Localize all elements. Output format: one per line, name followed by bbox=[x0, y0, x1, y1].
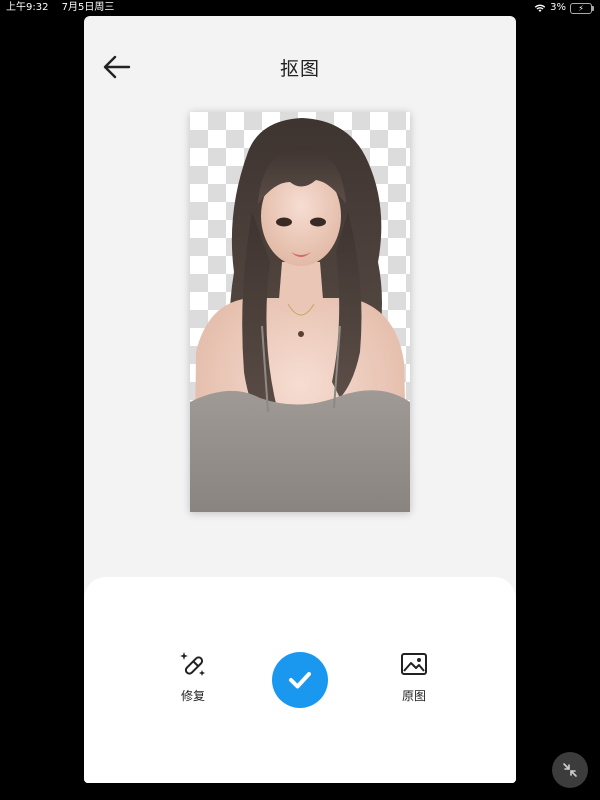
floating-collapse-button[interactable] bbox=[552, 752, 588, 788]
cutout-sheet: 抠图 修复 原图 bbox=[84, 16, 516, 783]
wifi-icon bbox=[534, 4, 546, 12]
charging-bolt-icon: ⚡ bbox=[578, 3, 584, 13]
image-icon bbox=[401, 653, 427, 675]
cutout-preview bbox=[190, 112, 410, 512]
battery-percent: 3% bbox=[550, 2, 566, 13]
confirm-button[interactable] bbox=[272, 652, 328, 708]
status-date: 7月5日周三 bbox=[61, 2, 115, 13]
repair-button[interactable]: 修复 bbox=[163, 649, 223, 704]
repair-label: 修复 bbox=[180, 689, 205, 703]
magic-wand-icon bbox=[180, 652, 205, 676]
collapse-icon bbox=[563, 763, 577, 777]
status-right: 3% ⚡ bbox=[534, 0, 594, 16]
page-title: 抠图 bbox=[279, 58, 320, 80]
battery-icon: ⚡ bbox=[570, 2, 594, 14]
original-label: 原图 bbox=[401, 689, 426, 703]
original-image-button[interactable]: 原图 bbox=[384, 649, 444, 704]
checkmark-icon bbox=[289, 672, 311, 689]
cutout-portrait-image bbox=[190, 118, 410, 512]
status-left: 上午9:32 7月5日周三 bbox=[6, 0, 114, 16]
status-time: 上午9:32 bbox=[6, 2, 49, 13]
bottom-toolbar: 修复 原图 bbox=[84, 577, 516, 783]
status-bar: 上午9:32 7月5日周三 3% ⚡ bbox=[0, 0, 600, 16]
